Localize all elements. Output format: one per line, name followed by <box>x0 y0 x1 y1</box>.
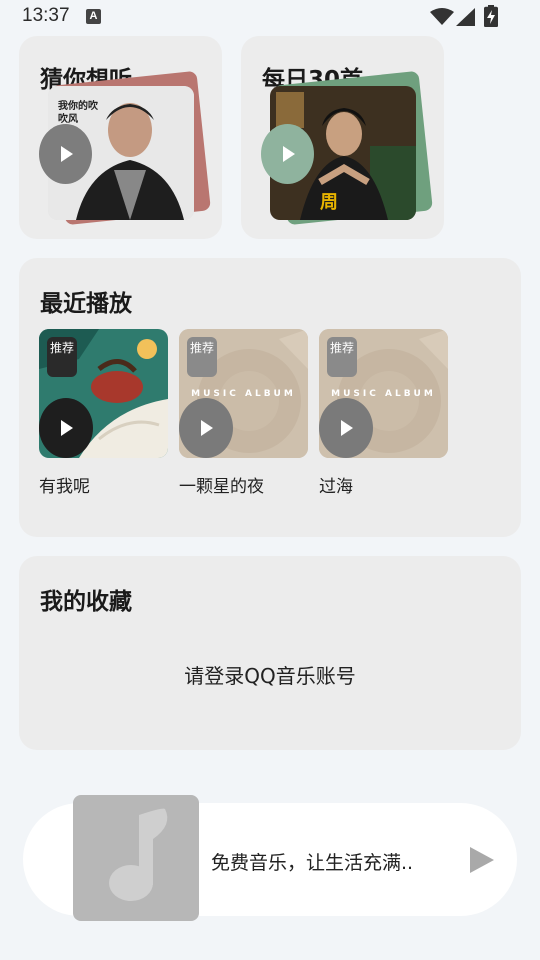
play-button[interactable] <box>319 398 373 458</box>
section-title: 最近播放 <box>40 291 132 317</box>
daily-30-card[interactable]: 每日30首 周 <box>241 36 444 239</box>
now-playing-art[interactable] <box>73 795 199 921</box>
notification-icon: A <box>86 9 101 24</box>
recent-item-title[interactable]: 过海 <box>319 472 353 497</box>
recent-item-cover[interactable]: 推荐 MUSIC ALBUM <box>179 329 308 458</box>
wifi-icon <box>430 8 454 25</box>
recent-item-title[interactable]: 有我呢 <box>39 472 90 497</box>
now-playing-title: 免费音乐，让生活充满.. <box>211 852 414 874</box>
section-title: 我的收藏 <box>40 589 132 615</box>
status-time: 13:37 <box>22 5 70 26</box>
recommend-tag: 推荐 <box>327 337 357 377</box>
recent-item-cover[interactable]: 推荐 <box>39 329 168 458</box>
recently-played-card: 最近播放 推荐 有我呢 推荐 MUSIC ALBUM 一颗星的夜 推荐 MUSI… <box>19 258 521 537</box>
music-note-icon <box>109 808 168 901</box>
play-button[interactable] <box>39 398 93 458</box>
play-button[interactable] <box>261 124 314 184</box>
guess-you-like-card[interactable]: 猜你想听 我你的吹吹风 <box>19 36 222 239</box>
play-icon <box>470 847 494 873</box>
play-icon <box>341 420 353 436</box>
cover-caption: 我你的吹吹风 <box>58 101 98 125</box>
signal-icon <box>456 8 475 26</box>
play-icon <box>61 420 73 436</box>
play-button[interactable] <box>39 124 92 184</box>
recent-item-title[interactable]: 一颗星的夜 <box>179 472 264 497</box>
recommend-tag: 推荐 <box>187 337 217 377</box>
favorites-card: 我的收藏 请登录QQ音乐账号 <box>19 556 521 750</box>
recommend-tag: 推荐 <box>47 337 77 377</box>
login-prompt[interactable]: 请登录QQ音乐账号 <box>19 660 521 689</box>
play-icon <box>60 146 73 162</box>
play-button[interactable] <box>179 398 233 458</box>
play-icon <box>201 420 213 436</box>
album-placeholder-text: MUSIC ALBUM <box>331 389 436 399</box>
battery-charging-icon <box>484 5 498 27</box>
album-placeholder-text: MUSIC ALBUM <box>191 389 296 399</box>
recent-item-cover[interactable]: 推荐 MUSIC ALBUM <box>319 329 448 458</box>
player-play-button[interactable] <box>468 845 496 875</box>
play-icon <box>282 146 295 162</box>
cover-caption: 周 <box>320 192 338 213</box>
